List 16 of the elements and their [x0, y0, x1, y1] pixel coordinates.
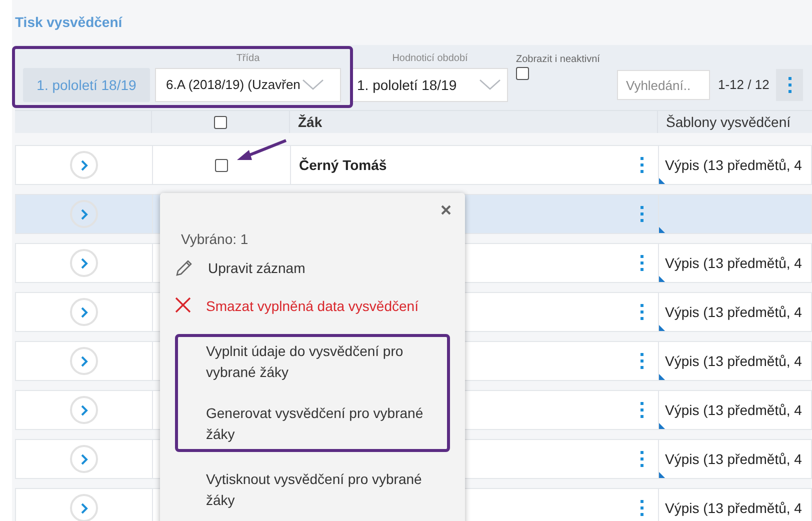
page-title: Tisk vysvědčení — [15, 13, 122, 32]
student-name: Černý Tomáš — [299, 156, 387, 175]
table-cell-text: Výpis (13 předmětů, 4 — [665, 302, 802, 322]
table-cell-text: Výpis (13 předmětů, 4 — [665, 450, 802, 469]
field-label: Třída — [236, 52, 260, 66]
table-cell-text: Výpis (13 předmětů, 4 — [665, 156, 802, 175]
selection-count: Vybráno: 1 — [180, 230, 250, 249]
table-cell-text: Výpis (13 předmětů, 4 — [665, 254, 802, 273]
table-cell-text: Výpis (13 předmětů, 4 — [665, 498, 802, 518]
table-cell-text: Výpis (13 předmětů, 4 — [665, 352, 802, 371]
record-count: 1-12 / 12 — [718, 76, 770, 94]
field-label: Zobrazit i neaktivní — [516, 53, 600, 67]
field-label: Hodnoticí období — [392, 52, 468, 66]
table-cell-text: Výpis (13 předmětů, 4 — [665, 400, 802, 420]
column-header: Šablony vysvědčení — [666, 112, 791, 132]
column-header: Žák — [298, 112, 322, 132]
